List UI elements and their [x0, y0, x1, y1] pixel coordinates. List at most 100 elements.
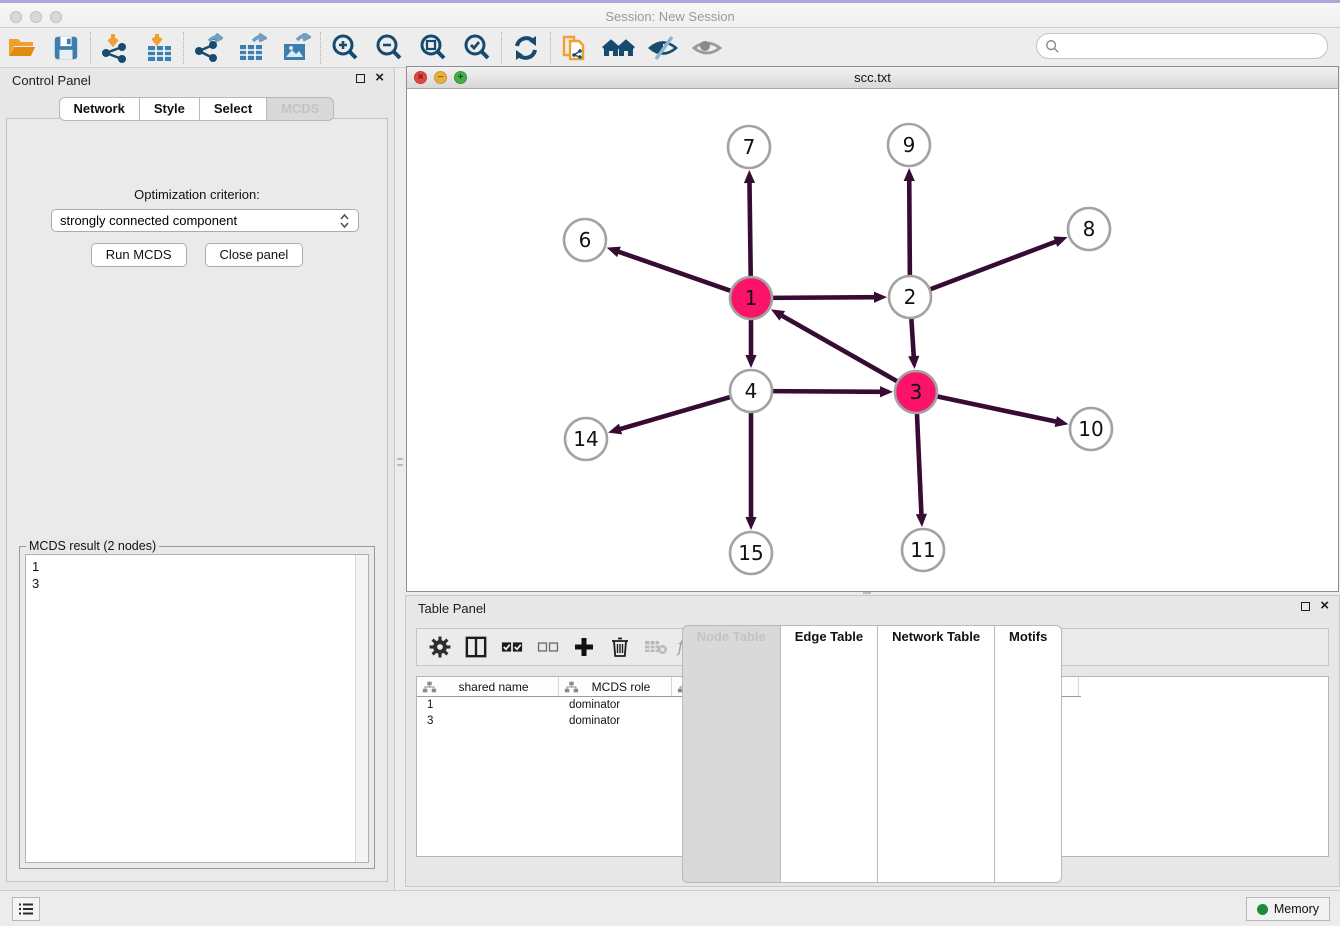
- node-label: 8: [1083, 217, 1096, 241]
- network-window-titlebar[interactable]: × − + scc.txt: [407, 67, 1338, 89]
- home-icon[interactable]: [597, 30, 641, 66]
- panel-splitter-handle[interactable]: [397, 458, 403, 460]
- zoom-out-icon[interactable]: [367, 30, 411, 66]
- edge-arrow-icon: [744, 170, 755, 183]
- graph-edge-2-8[interactable]: [928, 241, 1058, 291]
- save-icon[interactable]: [44, 30, 88, 66]
- tab-network-table[interactable]: Network Table: [877, 625, 995, 883]
- table-panel-title: Table Panel: [418, 601, 486, 616]
- graph-edge-4-3[interactable]: [770, 391, 883, 392]
- graph-edge-1-7[interactable]: [749, 180, 750, 279]
- zoom-in-icon[interactable]: [323, 30, 367, 66]
- window-title: Session: New Session: [0, 9, 1340, 24]
- memory-label: Memory: [1274, 902, 1319, 916]
- run-mcds-button[interactable]: Run MCDS: [91, 243, 187, 267]
- edge-arrow-icon: [904, 168, 915, 181]
- float-panel-icon[interactable]: [356, 74, 365, 83]
- edge-arrow-icon: [608, 424, 622, 435]
- window-titlebar: Session: New Session: [0, 0, 1340, 28]
- close-panel-icon[interactable]: ×: [375, 73, 384, 83]
- mcds-result-list[interactable]: 13: [25, 554, 369, 863]
- graph-edge-1-6[interactable]: [616, 251, 733, 292]
- node-label: 2: [904, 285, 917, 309]
- node-label: 9: [903, 133, 916, 157]
- graph-edge-3-10[interactable]: [935, 396, 1059, 422]
- search-input[interactable]: [1064, 39, 1327, 54]
- network-view-window: × − + scc.txt 7 9 6 8 1 2 4 3 14 10 15 11: [406, 66, 1339, 592]
- control-panel: Control Panel × NetworkStyleSelectMCDS O…: [0, 68, 395, 890]
- control-panel-title: Control Panel: [12, 73, 91, 88]
- table-panel: Table Panel × f(x) shared: [405, 595, 1340, 887]
- network-canvas[interactable]: 7 9 6 8 1 2 4 3 14 10 15 11: [407, 89, 1338, 591]
- edge-arrow-icon: [908, 356, 919, 369]
- import-table-icon[interactable]: [137, 30, 181, 66]
- edge-arrow-icon: [1055, 416, 1069, 427]
- tab-select[interactable]: Select: [199, 97, 267, 121]
- zoom-selected-icon[interactable]: [455, 30, 499, 66]
- search-box[interactable]: [1036, 33, 1328, 59]
- result-item: 1: [32, 558, 352, 575]
- select-stepper-icon: [339, 213, 350, 229]
- graph-edge-4-14[interactable]: [618, 396, 733, 429]
- mcds-result-group: MCDS result (2 nodes) 13: [19, 546, 375, 869]
- tab-network[interactable]: Network: [59, 97, 140, 121]
- mcds-result-title: MCDS result (2 nodes): [26, 539, 159, 553]
- tab-mcds[interactable]: MCDS: [266, 97, 334, 121]
- show-all-icon[interactable]: [685, 30, 729, 66]
- node-label: 6: [579, 228, 592, 252]
- clone-network-icon[interactable]: [553, 30, 597, 66]
- close-panel-button[interactable]: Close panel: [205, 243, 304, 267]
- tab-style[interactable]: Style: [139, 97, 200, 121]
- export-table-icon[interactable]: [230, 30, 274, 66]
- control-panel-tabs: NetworkStyleSelectMCDS: [0, 97, 394, 121]
- refresh-icon[interactable]: [504, 30, 548, 66]
- node-label: 10: [1078, 417, 1103, 441]
- search-icon: [1045, 39, 1059, 53]
- result-item: 3: [32, 575, 352, 592]
- optimization-label: Optimization criterion:: [7, 187, 387, 202]
- node-label: 7: [743, 135, 756, 159]
- node-label: 4: [745, 379, 758, 403]
- network-view-title: scc.txt: [407, 70, 1338, 85]
- open-icon[interactable]: [0, 30, 44, 66]
- memory-status-icon: [1257, 904, 1268, 915]
- graph-edge-2-3[interactable]: [911, 316, 914, 359]
- edge-arrow-icon: [1053, 237, 1067, 247]
- import-network-icon[interactable]: [93, 30, 137, 66]
- float-table-panel-icon[interactable]: [1301, 602, 1310, 611]
- tab-edge-table[interactable]: Edge Table: [780, 625, 878, 883]
- main-toolbar: [0, 28, 1340, 68]
- node-label: 11: [910, 538, 935, 562]
- tab-motifs[interactable]: Motifs: [994, 625, 1062, 883]
- export-network-icon[interactable]: [186, 30, 230, 66]
- tab-node-table[interactable]: Node Table: [682, 625, 781, 883]
- edge-arrow-icon: [745, 517, 756, 530]
- result-scrollbar[interactable]: [355, 555, 368, 862]
- list-icon: [18, 902, 34, 916]
- table-panel-tabs: Node TableEdge TableNetwork TableMotifs: [406, 625, 1339, 883]
- edge-arrow-icon: [607, 247, 621, 258]
- edge-arrow-icon: [916, 514, 927, 527]
- criterion-value: strongly connected component: [60, 213, 339, 228]
- node-label: 3: [910, 380, 923, 404]
- view-splitter-handle[interactable]: [863, 592, 871, 594]
- close-table-panel-icon[interactable]: ×: [1320, 601, 1329, 611]
- status-bar: Memory: [0, 890, 1340, 926]
- node-label: 1: [745, 286, 758, 310]
- hide-selected-icon[interactable]: [641, 30, 685, 66]
- graph-edge-2-9[interactable]: [909, 178, 910, 278]
- task-history-button[interactable]: [12, 897, 40, 921]
- graph-edge-1-2[interactable]: [770, 297, 877, 298]
- graph-edge-3-11[interactable]: [917, 411, 922, 517]
- edge-arrow-icon: [874, 292, 887, 303]
- zoom-fit-icon[interactable]: [411, 30, 455, 66]
- edge-arrow-icon: [745, 355, 756, 368]
- memory-button[interactable]: Memory: [1246, 897, 1330, 921]
- graph-edge-3-1[interactable]: [780, 314, 900, 382]
- criterion-select[interactable]: strongly connected component: [51, 209, 359, 232]
- node-label: 14: [573, 427, 598, 451]
- node-label: 15: [738, 541, 763, 565]
- mcds-panel: Optimization criterion: strongly connect…: [6, 118, 388, 882]
- export-image-icon[interactable]: [274, 30, 318, 66]
- edge-arrow-icon: [880, 386, 893, 397]
